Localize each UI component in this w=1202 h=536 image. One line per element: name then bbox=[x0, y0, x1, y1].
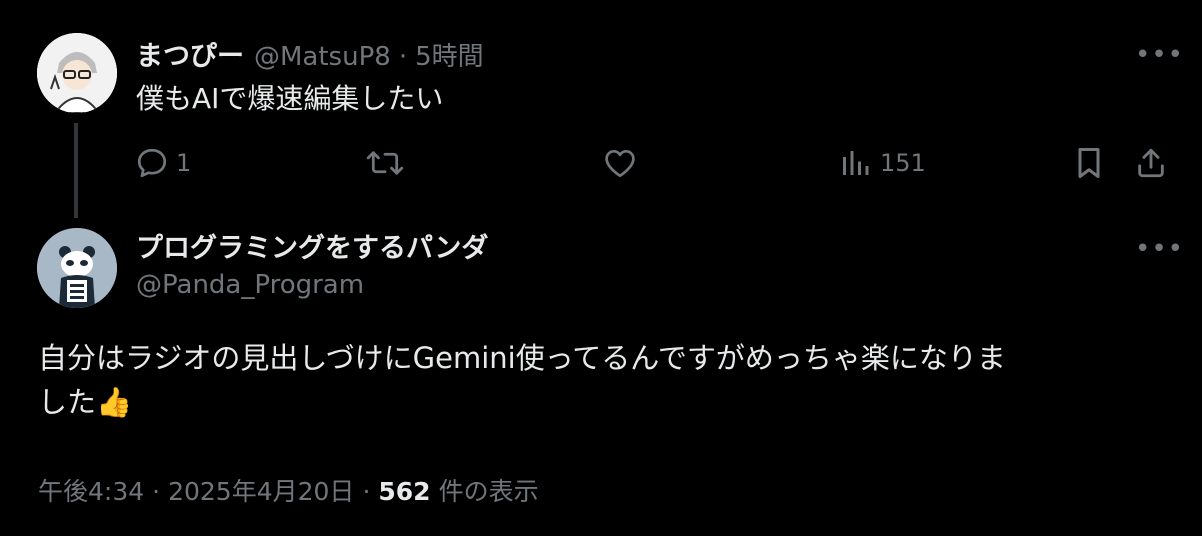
separator-dot: · bbox=[398, 42, 408, 72]
views-bars-icon bbox=[843, 151, 869, 175]
reply-tweet-text: 自分はラジオの見出しづけにGemini使ってるんですがめっちゃ楽になりま した👍 bbox=[38, 337, 1168, 424]
tweet-time[interactable]: 午後4:34 bbox=[38, 472, 144, 508]
avatar-illustration bbox=[37, 33, 117, 113]
separator-dot: · bbox=[152, 477, 161, 506]
more-horizontal-icon: ••• bbox=[1135, 234, 1185, 264]
separator-dot: · bbox=[362, 477, 371, 506]
tweet-text-line: した👍 bbox=[38, 381, 1168, 425]
retweet-icon bbox=[366, 151, 404, 175]
more-horizontal-icon: ••• bbox=[1135, 40, 1185, 70]
avatar[interactable] bbox=[37, 33, 117, 113]
view-label: 件の表示 bbox=[438, 477, 539, 506]
bookmark-icon bbox=[1078, 148, 1100, 178]
panda-avatar-illustration bbox=[37, 228, 117, 308]
author-handle[interactable]: @Panda_Program bbox=[136, 270, 364, 300]
author-handle[interactable]: @MatsuP8 bbox=[254, 42, 391, 72]
tweet-time[interactable]: 5時間 bbox=[415, 36, 484, 73]
tweet-text-line: 自分はラジオの見出しづけにGemini使ってるんですがめっちゃ楽になりま bbox=[38, 341, 1006, 375]
more-options-button[interactable]: ••• bbox=[1135, 236, 1184, 262]
author-name[interactable]: まつぴー bbox=[136, 34, 244, 73]
thumbs-up-emoji: 👍 bbox=[96, 384, 133, 419]
reply-bubble-icon bbox=[137, 148, 167, 178]
views-count: 151 bbox=[880, 149, 926, 177]
thread-line bbox=[74, 123, 78, 218]
tweet-date[interactable]: 2025年4月20日 bbox=[168, 472, 354, 508]
retweet-button[interactable] bbox=[366, 145, 404, 181]
share-icon bbox=[1138, 148, 1164, 178]
views-button[interactable]: 151 bbox=[840, 145, 926, 181]
view-count[interactable]: 562 bbox=[378, 477, 430, 506]
bookmark-button[interactable] bbox=[1073, 145, 1105, 181]
reply-count: 1 bbox=[176, 149, 192, 177]
tweet-text-segment: した bbox=[38, 384, 97, 419]
reply-button[interactable]: 1 bbox=[134, 145, 191, 181]
more-options-button[interactable]: ••• bbox=[1135, 42, 1184, 68]
like-button[interactable] bbox=[602, 145, 638, 181]
heart-icon bbox=[605, 149, 635, 178]
avatar[interactable] bbox=[37, 228, 117, 308]
author-name[interactable]: プログラミングをするパンダ bbox=[136, 226, 488, 265]
tweet-metadata: 午後4:34 · 2025年4月20日 · 562 件の表示 bbox=[38, 472, 539, 508]
tweet-header: まつぴー @MatsuP8 · 5時間 bbox=[136, 34, 484, 74]
share-button[interactable] bbox=[1134, 145, 1168, 181]
tweet-text: 僕もAIで爆速編集したい bbox=[136, 82, 444, 115]
